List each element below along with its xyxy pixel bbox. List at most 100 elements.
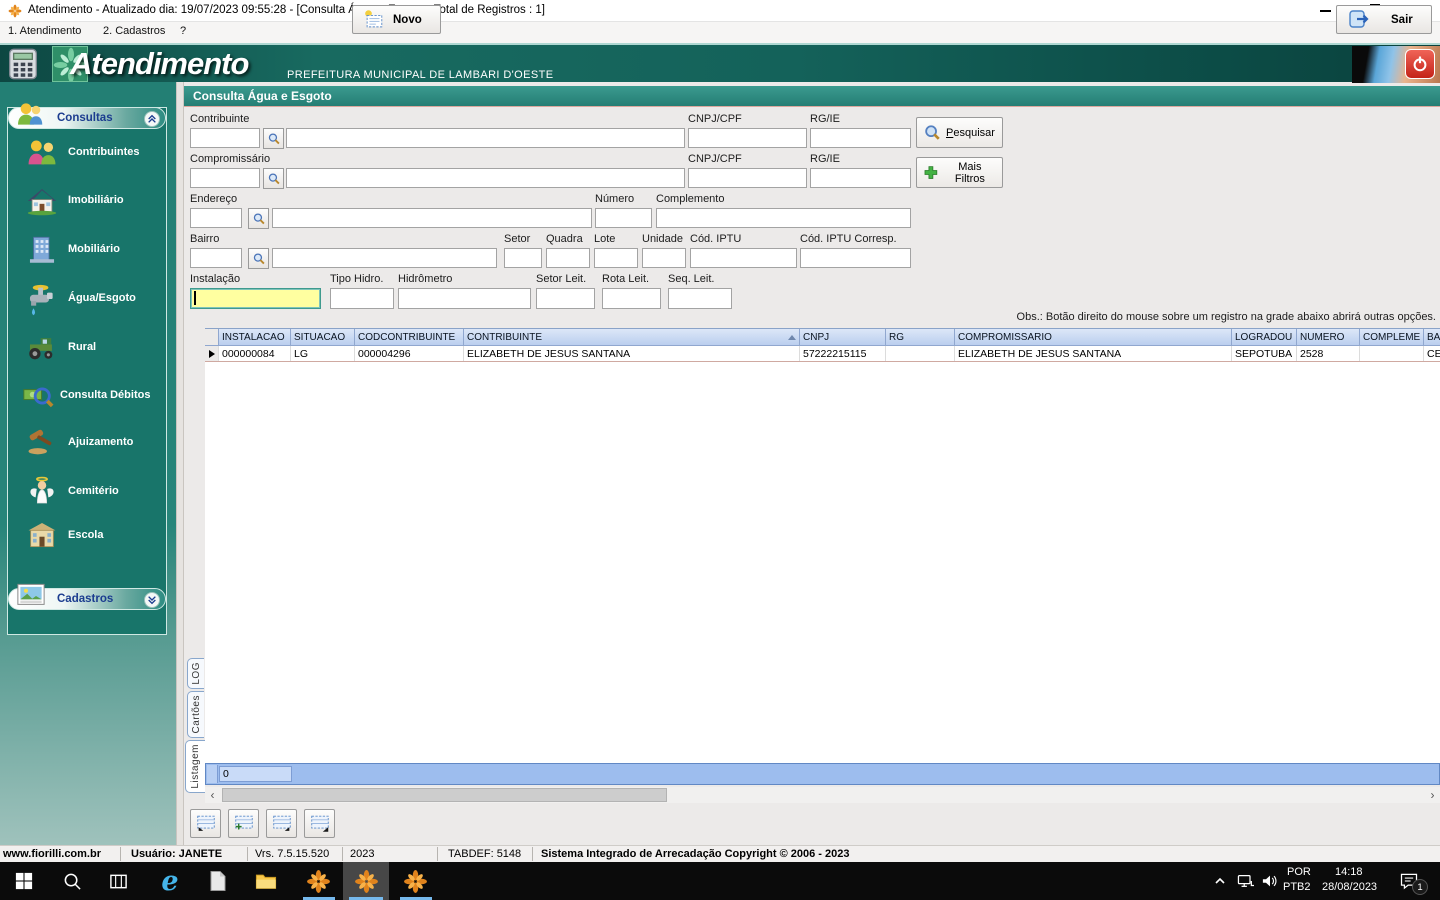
cod-iptu-corresp-input[interactable] bbox=[800, 248, 911, 268]
scrollbar-thumb[interactable] bbox=[222, 788, 667, 802]
cell-cnpj[interactable]: 57222215115 bbox=[800, 346, 886, 361]
footer-count-field[interactable] bbox=[219, 766, 292, 782]
column-header[interactable]: COMPLEME bbox=[1360, 329, 1424, 346]
collapse-consultas-button[interactable] bbox=[144, 111, 160, 127]
start-button[interactable] bbox=[4, 862, 44, 900]
lote-input[interactable] bbox=[594, 248, 638, 268]
contribuinte-name-input[interactable] bbox=[286, 128, 685, 148]
column-header[interactable]: NUMERO bbox=[1297, 329, 1360, 346]
tray-show-hidden-button[interactable] bbox=[1206, 862, 1234, 900]
grid-nav-button-2[interactable] bbox=[228, 809, 259, 838]
contribuinte-search-button[interactable] bbox=[263, 128, 284, 149]
quadra-input[interactable] bbox=[546, 248, 590, 268]
taskbar-fiorilli-app-2-active[interactable] bbox=[343, 862, 389, 900]
status-tabdef: TABDEF: 5148 bbox=[448, 848, 522, 860]
mais-filtros-button[interactable]: Mais Filtros bbox=[916, 157, 1003, 188]
cell-situacao[interactable]: LG bbox=[291, 346, 355, 361]
rota-leit-input[interactable] bbox=[602, 288, 661, 309]
taskbar-search-button[interactable] bbox=[52, 862, 92, 900]
tray-clock-time[interactable]: 14:18 bbox=[1335, 866, 1363, 878]
status-website: www.fiorilli.com.br bbox=[3, 848, 101, 860]
grid-nav-button-3[interactable] bbox=[266, 809, 297, 838]
setor-leit-input[interactable] bbox=[536, 288, 595, 309]
cell-instalacao[interactable]: 000000084 bbox=[219, 346, 291, 361]
menu-help[interactable]: ? bbox=[180, 25, 186, 37]
taskbar-file-explorer[interactable] bbox=[246, 862, 286, 900]
endereco-code-input[interactable] bbox=[190, 208, 242, 228]
instalacao-input[interactable] bbox=[190, 288, 321, 309]
expand-cadastros-button[interactable] bbox=[144, 592, 160, 608]
tab-cartoes[interactable]: Cartões bbox=[187, 691, 204, 738]
compromissario-name-input[interactable] bbox=[286, 168, 685, 188]
seq-leit-input[interactable] bbox=[668, 288, 732, 309]
contribuinte-code-input[interactable] bbox=[190, 128, 260, 148]
unidade-label: Unidade bbox=[642, 233, 683, 245]
power-exit-button[interactable] bbox=[1405, 49, 1435, 79]
cell-codcontribuinte[interactable]: 000004296 bbox=[355, 346, 464, 361]
column-header[interactable]: INSTALACAO bbox=[219, 329, 291, 346]
tipo-hidro-label: Tipo Hidro. bbox=[330, 273, 384, 285]
compromissario-search-button[interactable] bbox=[263, 168, 284, 189]
contribuinte-cnpj-input[interactable] bbox=[688, 128, 807, 148]
complemento-input[interactable] bbox=[656, 208, 911, 228]
column-header-sorted[interactable]: CONTRIBUINTE bbox=[464, 329, 800, 346]
column-header[interactable]: SITUACAO bbox=[291, 329, 355, 346]
taskbar-fiorilli-app-1[interactable] bbox=[298, 862, 338, 900]
bairro-code-input[interactable] bbox=[190, 248, 242, 268]
taskbar-internet-explorer[interactable]: e bbox=[150, 862, 190, 900]
new-document-icon bbox=[365, 9, 383, 27]
cell-compromissario[interactable]: ELIZABETH DE JESUS SANTANA bbox=[955, 346, 1232, 361]
sair-button[interactable]: Sair bbox=[1336, 5, 1432, 34]
column-header[interactable]: CODCONTRIBUINTE bbox=[355, 329, 464, 346]
cell-logradouro[interactable]: SEPOTUBA bbox=[1232, 346, 1297, 361]
tray-clock-date[interactable]: 28/08/2023 bbox=[1322, 881, 1377, 893]
column-header[interactable]: RG bbox=[886, 329, 955, 346]
pesquisar-button[interactable]: Pesquisar bbox=[916, 117, 1003, 148]
grid-nav-button-1[interactable] bbox=[190, 809, 221, 838]
unidade-input[interactable] bbox=[642, 248, 686, 268]
tipo-hidro-input[interactable] bbox=[330, 288, 394, 309]
bairro-search-button[interactable] bbox=[248, 248, 269, 269]
column-header[interactable]: BA bbox=[1424, 329, 1440, 346]
cell-complemento[interactable] bbox=[1360, 346, 1424, 361]
cell-rg[interactable] bbox=[886, 346, 955, 361]
column-header[interactable]: COMPROMISSARIO bbox=[955, 329, 1232, 346]
school-icon bbox=[28, 522, 56, 548]
tray-language-line2[interactable]: PTB2 bbox=[1283, 881, 1311, 893]
compromissario-code-input[interactable] bbox=[190, 168, 260, 188]
tab-log[interactable]: LOG bbox=[187, 658, 204, 689]
cnpj-cpf-label-2: CNPJ/CPF bbox=[688, 153, 742, 165]
contribuinte-rg-input[interactable] bbox=[810, 128, 911, 148]
scroll-left-button[interactable]: ‹ bbox=[205, 787, 220, 803]
numero-input[interactable] bbox=[595, 208, 652, 228]
status-year: 2023 bbox=[350, 848, 375, 860]
cell-bairro[interactable]: CE bbox=[1424, 346, 1440, 361]
task-view-button[interactable] bbox=[98, 862, 138, 900]
compromissario-cnpj-input[interactable] bbox=[688, 168, 807, 188]
tray-language-line1[interactable]: POR bbox=[1287, 866, 1311, 878]
cell-numero[interactable]: 2528 bbox=[1297, 346, 1360, 361]
endereco-search-button[interactable] bbox=[248, 208, 269, 229]
tray-volume-icon[interactable] bbox=[1256, 862, 1284, 900]
cod-iptu-input[interactable] bbox=[690, 248, 797, 268]
hidrometro-input[interactable] bbox=[398, 288, 531, 309]
cell-contribuinte[interactable]: ELIZABETH DE JESUS SANTANA bbox=[464, 346, 800, 361]
tab-log-label: LOG bbox=[190, 662, 202, 685]
menu-cadastros[interactable]: 2. Cadastros bbox=[103, 25, 165, 37]
column-header[interactable]: CNPJ bbox=[800, 329, 886, 346]
sidebar-splitter[interactable] bbox=[176, 82, 184, 845]
menu-atendimento[interactable]: 1. Atendimento bbox=[8, 25, 81, 37]
bairro-name-input[interactable] bbox=[272, 248, 497, 268]
taskbar-app-generic[interactable] bbox=[198, 862, 238, 900]
setor-input[interactable] bbox=[504, 248, 542, 268]
grid-nav-button-4[interactable] bbox=[304, 809, 335, 838]
column-header[interactable]: LOGRADOU bbox=[1232, 329, 1297, 346]
compromissario-rg-input[interactable] bbox=[810, 168, 911, 188]
endereco-name-input[interactable] bbox=[272, 208, 592, 228]
taskbar-fiorilli-app-3[interactable] bbox=[395, 862, 435, 900]
tab-listagem[interactable]: Listagem bbox=[185, 740, 205, 793]
horizontal-scrollbar[interactable]: ‹ › bbox=[205, 787, 1440, 803]
scroll-right-button[interactable]: › bbox=[1425, 787, 1440, 803]
novo-button[interactable]: Novo bbox=[352, 5, 441, 34]
grid-data-row[interactable]: 000000084 LG 000004296 ELIZABETH DE JESU… bbox=[205, 346, 1440, 362]
